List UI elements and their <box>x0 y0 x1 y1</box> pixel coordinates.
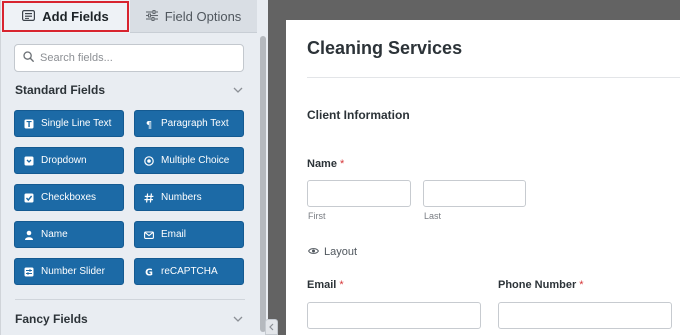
tab-field-options[interactable]: Field Options <box>130 0 257 33</box>
form-preview: Cleaning Services Client Information Nam… <box>286 20 680 335</box>
phone-field-label: Phone Number * <box>498 279 584 291</box>
scrollbar-thumb[interactable] <box>260 36 266 332</box>
field-button-checkboxes[interactable]: Checkboxes <box>14 184 124 211</box>
field-button-numbers[interactable]: Numbers <box>134 184 244 211</box>
svg-text:¶: ¶ <box>146 120 152 129</box>
name-label-text: Name <box>307 158 337 170</box>
tab-field-options-label: Field Options <box>164 8 242 24</box>
paragraph-icon: ¶ <box>144 119 154 129</box>
first-sublabel: First <box>308 211 326 221</box>
field-label: Numbers <box>161 192 202 203</box>
standard-fields-header[interactable]: Standard Fields <box>15 81 245 99</box>
slider-icon <box>24 267 34 277</box>
search-box <box>14 44 244 72</box>
search-icon <box>23 49 34 67</box>
field-panel: Add Fields Field Options Standard Fields… <box>0 0 268 335</box>
email-label-text: Email <box>307 279 337 291</box>
svg-text:T: T <box>26 120 32 129</box>
field-label: Number Slider <box>41 266 105 277</box>
field-label: Paragraph Text <box>161 118 229 129</box>
standard-fields-title: Standard Fields <box>15 83 106 97</box>
email-input[interactable] <box>307 302 481 329</box>
email-field-label: Email * <box>307 279 344 291</box>
phone-label-text: Phone Number <box>498 279 577 291</box>
user-icon <box>24 230 34 240</box>
radio-icon <box>144 155 154 166</box>
svg-text:G: G <box>145 267 153 276</box>
section-title: Client Information <box>307 108 410 122</box>
dropdown-icon <box>24 156 34 166</box>
chevron-down-icon <box>231 312 245 326</box>
field-label: Email <box>161 229 187 240</box>
phone-input[interactable] <box>498 302 672 329</box>
field-button-dropdown[interactable]: Dropdown <box>14 147 124 174</box>
section-divider <box>15 299 245 300</box>
collapse-panel-handle[interactable] <box>265 319 278 335</box>
field-button-multiple-choice[interactable]: Multiple Choice <box>134 147 244 174</box>
field-button-email[interactable]: Email <box>134 221 244 248</box>
field-label: Checkboxes <box>41 192 97 203</box>
google-g-icon: G <box>144 267 154 276</box>
sliders-icon <box>145 9 158 24</box>
field-button-paragraph-text[interactable]: ¶ Paragraph Text <box>134 110 244 137</box>
field-button-recaptcha[interactable]: G reCAPTCHA <box>134 258 244 285</box>
title-divider <box>307 77 680 78</box>
first-name-input[interactable] <box>307 180 411 207</box>
fancy-fields-header[interactable]: Fancy Fields <box>15 310 245 328</box>
field-label: Dropdown <box>41 155 87 166</box>
required-marker: * <box>339 279 344 291</box>
checkbox-icon <box>24 193 34 203</box>
required-marker: * <box>579 279 584 291</box>
field-label: Multiple Choice <box>161 155 230 166</box>
field-label: reCAPTCHA <box>161 266 218 277</box>
single-line-text-icon: T <box>24 119 34 129</box>
tab-add-fields-label: Add Fields <box>42 9 109 24</box>
layout-label: Layout <box>324 246 358 258</box>
last-sublabel: Last <box>424 211 442 221</box>
field-button-name[interactable]: Name <box>14 221 124 248</box>
standard-fields-grid: T Single Line Text ¶ Paragraph Text Drop… <box>14 110 246 285</box>
tab-add-fields[interactable]: Add Fields <box>1 0 130 33</box>
form-title: Cleaning Services <box>307 38 463 58</box>
panel-tabs: Add Fields Field Options <box>1 0 268 33</box>
name-field-label: Name * <box>307 158 344 170</box>
eye-icon <box>308 246 319 258</box>
required-marker: * <box>339 158 345 170</box>
hash-icon <box>144 192 154 203</box>
envelope-icon <box>144 230 154 240</box>
field-label: Single Line Text <box>41 118 112 129</box>
fields-list-icon <box>22 9 36 24</box>
chevron-down-icon <box>231 83 245 97</box>
field-button-single-line-text[interactable]: T Single Line Text <box>14 110 124 137</box>
field-button-number-slider[interactable]: Number Slider <box>14 258 124 285</box>
layout-field[interactable]: Layout <box>308 246 357 258</box>
fancy-fields-title: Fancy Fields <box>15 312 88 326</box>
search-input[interactable] <box>40 52 230 64</box>
last-name-input[interactable] <box>423 180 526 207</box>
chevron-left-icon <box>269 318 274 335</box>
field-label: Name <box>41 229 68 240</box>
